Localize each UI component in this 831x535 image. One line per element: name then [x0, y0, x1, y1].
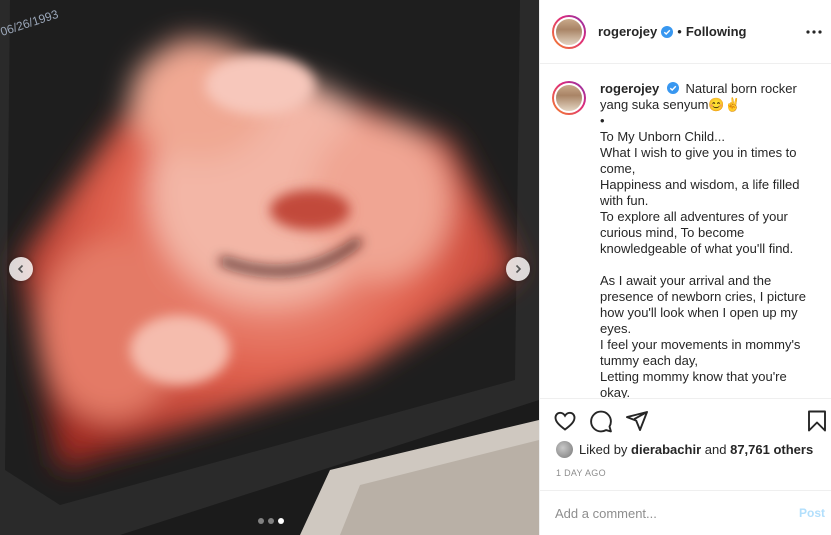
caption-line: As I await your arrival and the presence…	[600, 273, 806, 336]
chevron-right-icon	[515, 264, 522, 274]
post-timestamp[interactable]: 1 DAY AGO	[556, 468, 606, 478]
caption-avatar[interactable]	[552, 81, 586, 115]
bookmark-icon[interactable]	[805, 409, 829, 433]
liker-avatar[interactable]	[556, 441, 573, 458]
liker-username-link[interactable]: dierabachir	[631, 442, 701, 457]
more-options-icon[interactable]	[805, 24, 823, 40]
avatar[interactable]	[552, 14, 586, 49]
caption-line: To My Unborn Child...	[600, 129, 725, 144]
caption-text: rogerojey Natural born rocker yang suka …	[600, 81, 810, 398]
carousel-prev-button[interactable]	[9, 257, 33, 281]
verified-badge-icon	[666, 82, 679, 94]
post-actions: Liked by dierabachir and 87,761 others 1…	[540, 398, 831, 489]
post-header: rogerojey • Following	[540, 0, 831, 64]
comment-bar: Post	[540, 490, 831, 535]
caption-line: To explore all adventures of your curiou…	[600, 209, 794, 256]
carousel-dot-active	[278, 518, 284, 524]
comment-icon[interactable]	[589, 409, 613, 433]
likes-count-link[interactable]: 87,761 others	[730, 442, 813, 457]
following-button[interactable]: Following	[686, 24, 747, 39]
post-comment-button[interactable]: Post	[799, 506, 825, 520]
caption-line: •	[600, 113, 605, 128]
chevron-left-icon	[17, 264, 24, 274]
caption-scroll-area[interactable]: rogerojey Natural born rocker yang suka …	[540, 65, 831, 398]
carousel-dot	[258, 518, 264, 524]
post-media[interactable]: 06/26/1993	[0, 0, 539, 535]
caption-line: I feel your movements in mommy's tummy e…	[600, 337, 801, 368]
post-side-panel: rogerojey • Following rogerojey Natural …	[539, 0, 831, 535]
caption-line: Letting mommy know that you're okay.	[600, 369, 787, 398]
caption-username-link[interactable]: rogerojey	[600, 81, 659, 96]
ultrasound-photo: 06/26/1993	[0, 0, 539, 535]
likes-conjunction: and	[704, 442, 727, 457]
caption-line: Happiness and wisdom, a life filled with…	[600, 177, 800, 208]
caption-line: What I wish to give you in times to come…	[600, 145, 797, 176]
heart-icon[interactable]	[553, 409, 577, 433]
share-icon[interactable]	[625, 409, 649, 433]
verified-badge-icon	[661, 25, 674, 38]
likes-summary: Liked by dierabachir and 87,761 others	[556, 441, 813, 458]
carousel-indicator	[258, 518, 284, 524]
username-link[interactable]: rogerojey	[598, 24, 657, 39]
likes-prefix: Liked by	[579, 442, 628, 457]
carousel-next-button[interactable]	[506, 257, 530, 281]
separator-dot: •	[677, 24, 682, 39]
caption-line	[600, 257, 810, 273]
carousel-dot	[268, 518, 274, 524]
comment-input[interactable]	[555, 505, 785, 521]
